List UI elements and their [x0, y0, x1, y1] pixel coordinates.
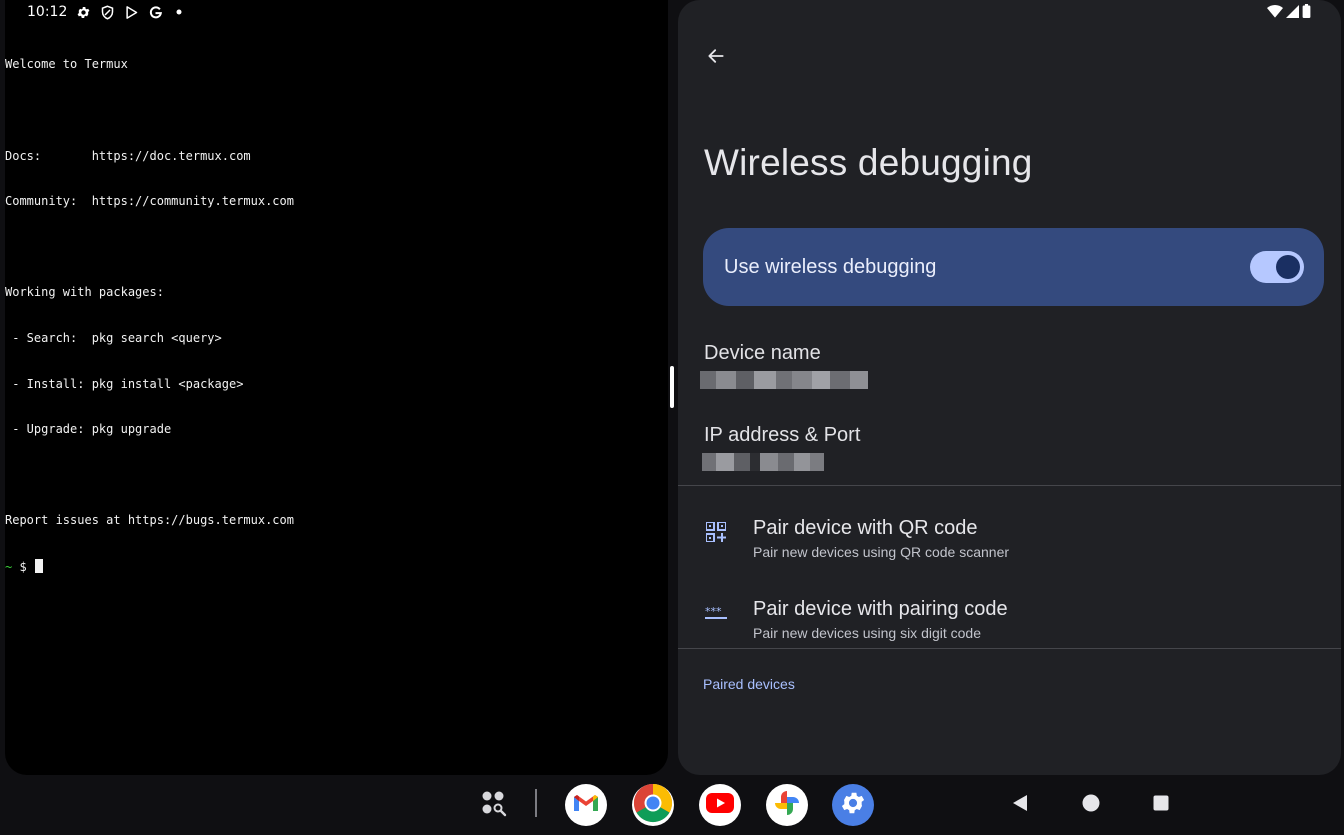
- prompt-symbol: $: [12, 559, 34, 574]
- taskbar-separator: [535, 789, 537, 817]
- ip-address-value-redacted: [702, 453, 860, 471]
- pair-qr-title: Pair device with QR code: [753, 517, 978, 539]
- youtube-icon: [706, 792, 734, 818]
- page-title: Wireless debugging: [704, 142, 1033, 183]
- ip-address-port-item[interactable]: IP address & Port: [702, 424, 861, 471]
- terminal-line: Welcome to Termux: [5, 57, 128, 72]
- terminal-line: Docs: https://doc.termux.com: [5, 148, 251, 163]
- pair-qr-summary: Pair new devices using QR code scanner: [753, 544, 1010, 560]
- back-button[interactable]: [702, 44, 730, 72]
- chrome-icon: [633, 783, 673, 828]
- chrome-app-button[interactable]: [632, 783, 674, 828]
- pair-with-qr-code-row[interactable]: Pair device with QR code Pair new device…: [678, 497, 1341, 569]
- toggle-knob: [1276, 255, 1300, 279]
- app-drawer-icon: [477, 787, 509, 824]
- ip-address-port-title: IP address & Port: [704, 424, 861, 446]
- termux-window[interactable]: 10:12 Welcome to Termux Docs: https://do…: [5, 0, 668, 775]
- device-name-item[interactable]: Device name: [700, 342, 868, 389]
- terminal-line: Report issues at https://bugs.termux.com: [5, 513, 294, 528]
- device-name-value-redacted: [700, 371, 868, 389]
- back-nav-button[interactable]: [1007, 792, 1033, 818]
- divider: [678, 485, 1341, 486]
- main-switch-label: Use wireless debugging: [724, 255, 937, 278]
- arrow-back-icon: [706, 46, 726, 71]
- signal-icon: [1286, 4, 1299, 23]
- device-name-title: Device name: [704, 342, 821, 364]
- status-bar-right: [1267, 4, 1311, 23]
- divider: [678, 648, 1341, 649]
- gmail-app-button[interactable]: [565, 784, 607, 826]
- recents-nav-icon: [1153, 795, 1169, 816]
- terminal-output[interactable]: Welcome to Termux Docs: https://doc.term…: [5, 27, 668, 605]
- terminal-line: Community: https://community.termux.com: [5, 194, 294, 209]
- terminal-line: - Install: pkg install <package>: [5, 376, 244, 391]
- wireless-debugging-toggle[interactable]: [1250, 251, 1304, 283]
- status-bar-left: 10:12: [27, 3, 187, 21]
- settings-window[interactable]: Wireless debugging Use wireless debuggin…: [678, 0, 1341, 775]
- app-drawer-button[interactable]: [472, 784, 514, 826]
- terminal-line: - Upgrade: pkg upgrade: [5, 422, 172, 437]
- gmail-icon: [573, 793, 599, 818]
- use-wireless-debugging-switch-row[interactable]: Use wireless debugging: [703, 228, 1324, 306]
- photos-app-button[interactable]: [766, 784, 808, 826]
- photos-icon: [772, 788, 802, 823]
- dot-icon: [171, 4, 187, 20]
- home-nav-icon: [1082, 794, 1100, 817]
- google-g-icon: [147, 4, 163, 20]
- terminal-prompt[interactable]: ~ $: [5, 558, 668, 574]
- recents-nav-button[interactable]: [1148, 792, 1174, 818]
- pair-code-summary: Pair new devices using six digit code: [753, 625, 982, 641]
- back-nav-icon: [1011, 794, 1029, 817]
- terminal-cursor: [34, 558, 43, 573]
- play-store-icon: [123, 4, 139, 20]
- terminal-line: Working with packages:: [5, 285, 164, 300]
- settings-gear-icon: [839, 789, 867, 822]
- gear-icon: [75, 4, 91, 20]
- battery-icon: [1302, 4, 1311, 23]
- paired-devices-header: Paired devices: [703, 676, 795, 692]
- status-time: 10:12: [27, 4, 68, 20]
- youtube-app-button[interactable]: [699, 784, 741, 826]
- svg-text:***: ***: [705, 606, 722, 618]
- terminal-line: - Search: pkg search <query>: [5, 330, 222, 345]
- wifi-icon: [1267, 4, 1283, 23]
- taskbar: [0, 775, 1344, 835]
- password-dots-icon: ***: [704, 601, 728, 625]
- home-nav-button[interactable]: [1078, 792, 1104, 818]
- split-screen-divider-handle[interactable]: [670, 366, 674, 408]
- shield-icon: [99, 4, 115, 20]
- settings-app-button[interactable]: [832, 784, 874, 826]
- pair-code-title: Pair device with pairing code: [753, 598, 1008, 620]
- pair-with-pairing-code-row[interactable]: *** Pair device with pairing code Pair n…: [678, 578, 1341, 650]
- qr-code-add-icon: [704, 520, 728, 544]
